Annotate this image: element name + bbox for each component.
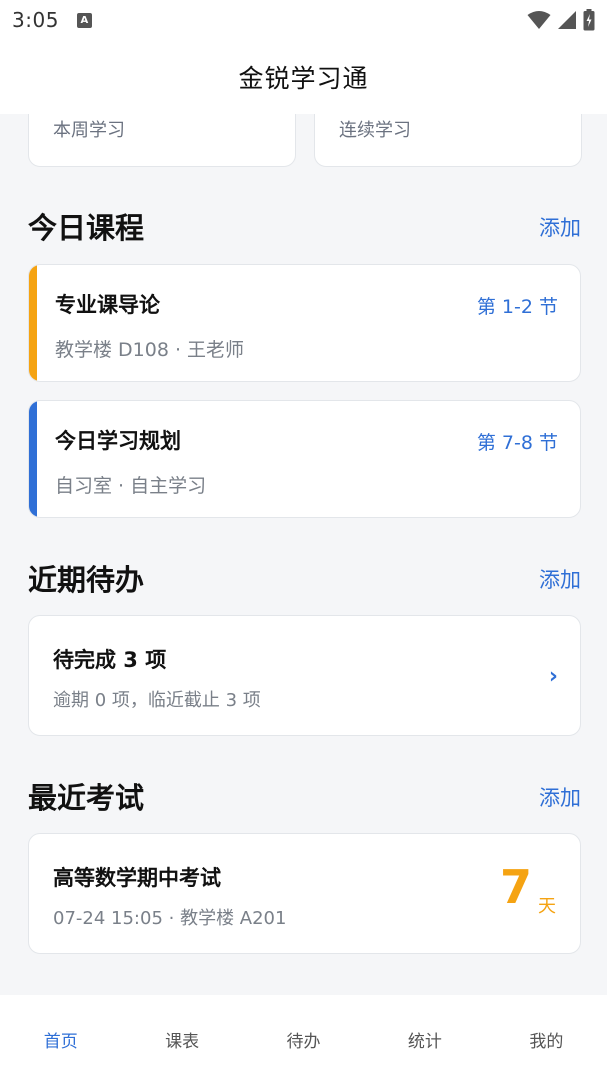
- tab-schedule[interactable]: 课表: [121, 995, 242, 1080]
- signal-icon: [558, 11, 576, 29]
- course-color-bar: [29, 265, 37, 381]
- status-bar: 3:05 A: [0, 0, 607, 40]
- weekly-study-card[interactable]: 本周学习: [28, 114, 296, 167]
- status-time: 3:05: [12, 8, 59, 32]
- todo-summary-title: 待完成 3 项: [53, 648, 167, 672]
- add-todo-button[interactable]: 添加: [539, 564, 581, 594]
- exam-name: 高等数学期中考试: [53, 866, 221, 890]
- home-content[interactable]: 本周学习 连续学习 今日课程 添加 专业课导论 第 1-2 节 教学楼 D108…: [0, 114, 607, 995]
- bottom-tab-bar: 首页 课表 待办 统计 我的: [0, 995, 607, 1080]
- exam-card[interactable]: 高等数学期中考试 07-24 15:05 · 教学楼 A201 7 天: [28, 833, 581, 954]
- exam-days-count: 7: [499, 860, 532, 914]
- course-meta: 自习室 · 自主学习: [55, 475, 207, 497]
- chevron-right-icon: ›: [548, 664, 558, 689]
- course-card[interactable]: 专业课导论 第 1-2 节 教学楼 D108 · 王老师: [28, 264, 581, 382]
- today-courses-title: 今日课程: [28, 211, 145, 245]
- course-period: 第 7-8 节: [476, 432, 558, 454]
- tab-profile[interactable]: 我的: [486, 995, 607, 1080]
- study-streak-label: 连续学习: [339, 120, 411, 141]
- status-icons: [527, 9, 595, 31]
- battery-icon: [583, 9, 595, 31]
- exam-days-unit: 天: [538, 896, 556, 917]
- course-card[interactable]: 今日学习规划 第 7-8 节 自习室 · 自主学习: [28, 400, 581, 518]
- todos-title: 近期待办: [28, 563, 145, 597]
- course-color-bar: [29, 401, 37, 517]
- course-meta: 教学楼 D108 · 王老师: [55, 339, 245, 361]
- study-streak-card[interactable]: 连续学习: [314, 114, 582, 167]
- exams-title: 最近考试: [28, 781, 145, 815]
- app-header: 金锐学习通: [0, 40, 607, 114]
- exam-meta: 07-24 15:05 · 教学楼 A201: [53, 908, 287, 929]
- add-exam-button[interactable]: 添加: [539, 782, 581, 812]
- todo-summary-subtitle: 逾期 0 项，临近截止 3 项: [53, 690, 261, 711]
- weekly-study-label: 本周学习: [53, 120, 125, 141]
- wifi-icon: [527, 11, 551, 29]
- todo-summary-card[interactable]: 待完成 3 项 逾期 0 项，临近截止 3 项 ›: [28, 615, 581, 736]
- tab-stats[interactable]: 统计: [364, 995, 485, 1080]
- notification-icon: A: [76, 12, 92, 28]
- tab-todo[interactable]: 待办: [243, 995, 364, 1080]
- tab-home[interactable]: 首页: [0, 995, 121, 1080]
- add-course-button[interactable]: 添加: [539, 212, 581, 242]
- app-title: 金锐学习通: [238, 64, 369, 93]
- course-name: 今日学习规划: [55, 429, 181, 453]
- course-period: 第 1-2 节: [476, 296, 558, 318]
- course-name: 专业课导论: [55, 293, 160, 317]
